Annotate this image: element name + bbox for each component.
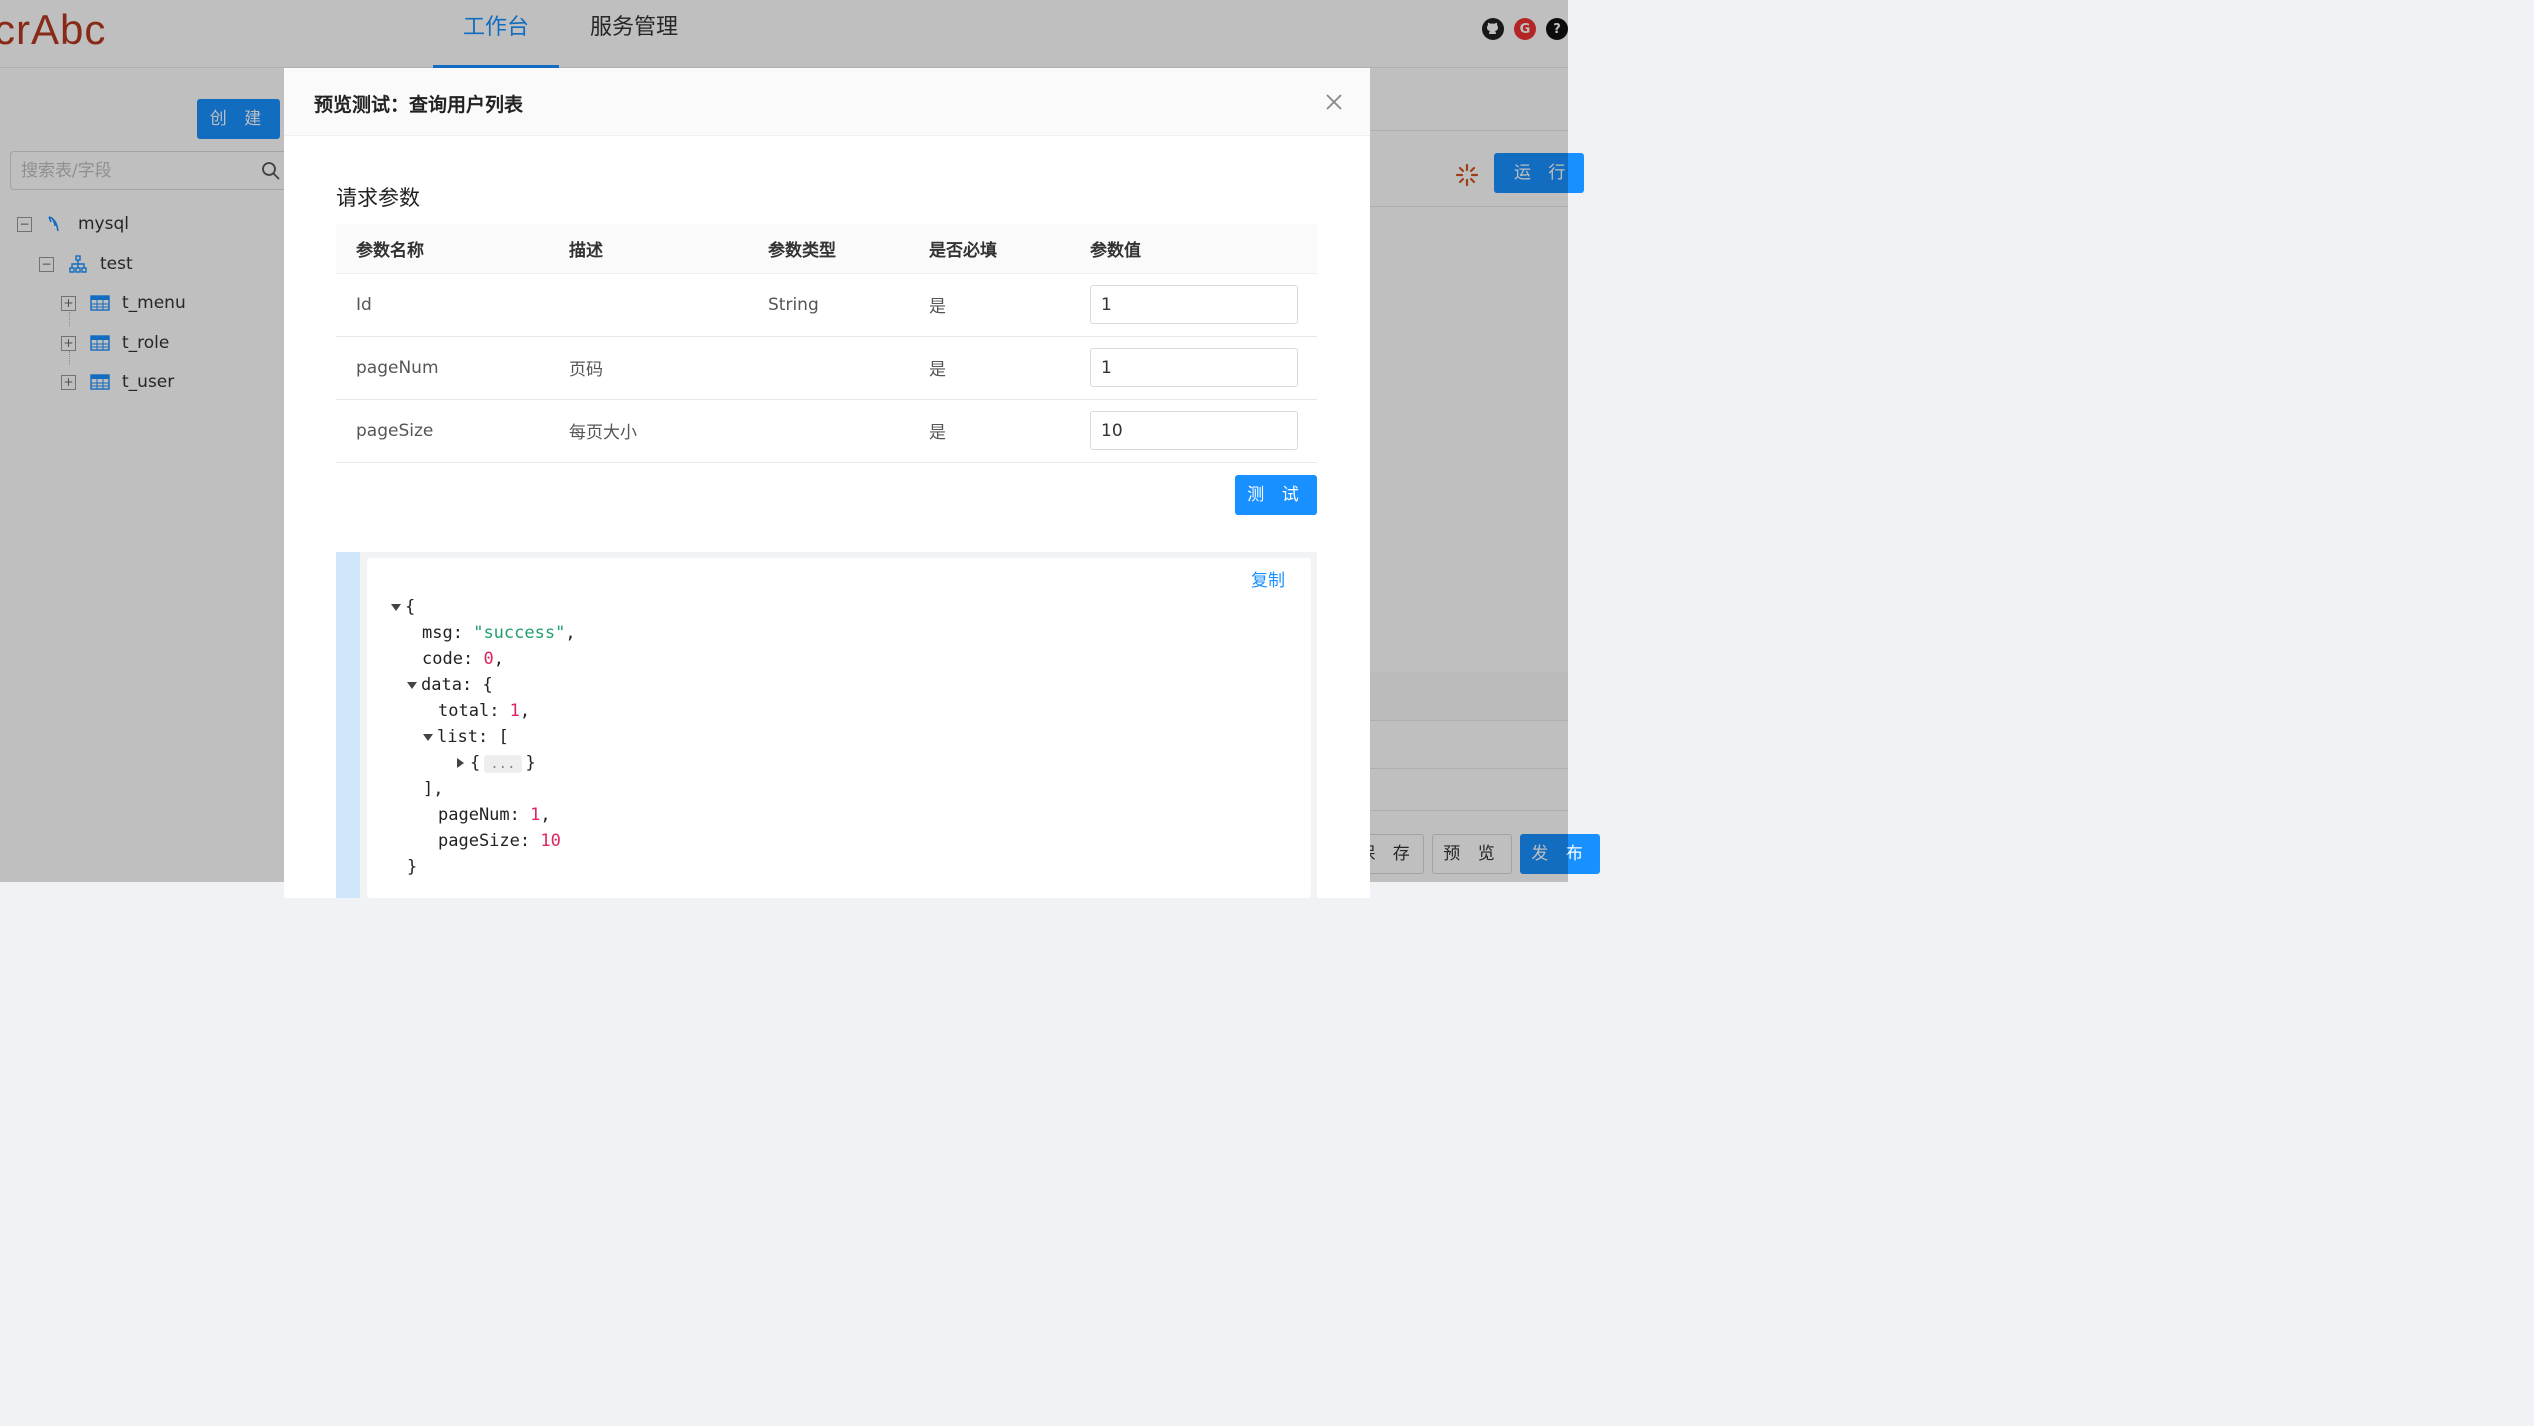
param-name: Id: [336, 273, 549, 337]
param-desc: [549, 273, 748, 337]
column-header: 是否必填: [909, 224, 1070, 274]
preview-test-modal: 预览测试：查询用户列表 请求参数 参数名称 描述 参数类型 是否必填 参数值 I…: [284, 68, 1370, 898]
param-name: pageNum: [336, 336, 549, 400]
param-type: [748, 336, 909, 400]
param-name: pageSize: [336, 399, 549, 463]
param-required: 是: [909, 336, 1070, 400]
table-row: pageSize 每页大小 是: [336, 399, 1317, 463]
json-line: }: [407, 857, 418, 877]
collapse-arrow-icon[interactable]: [423, 733, 433, 741]
param-type: String: [748, 273, 909, 337]
json-line[interactable]: data: {: [407, 672, 493, 698]
collapse-arrow-icon[interactable]: [407, 681, 417, 689]
json-line[interactable]: {...}: [457, 750, 536, 776]
json-line: ],: [423, 779, 444, 799]
json-line[interactable]: list: [: [423, 724, 509, 750]
table-row: pageNum 页码 是: [336, 336, 1317, 400]
column-header: 参数名称: [336, 224, 549, 274]
param-desc: 页码: [549, 336, 748, 400]
param-required: 是: [909, 399, 1070, 463]
json-line: pageSize: 10: [438, 831, 561, 851]
copy-link[interactable]: 复制: [1251, 566, 1285, 591]
table-header-row: 参数名称 描述 参数类型 是否必填 参数值: [336, 224, 1317, 274]
modal-title: 预览测试：查询用户列表: [314, 94, 524, 116]
json-line: total: 1,: [438, 701, 531, 721]
json-line: pageNum: 1,: [438, 805, 551, 825]
section-title: 请求参数: [336, 186, 420, 210]
param-value-input[interactable]: [1090, 411, 1298, 450]
result-container: 复制 { msg: "success", code: 0, data: { to…: [336, 552, 1317, 898]
column-header: 参数类型: [748, 224, 909, 274]
params-table: 参数名称 描述 参数类型 是否必填 参数值 Id String 是 pageNu…: [336, 224, 1317, 463]
modal-header: 预览测试：查询用户列表: [284, 68, 1370, 136]
json-line[interactable]: {: [391, 594, 415, 620]
test-button[interactable]: 测 试: [1235, 475, 1317, 515]
close-icon[interactable]: [1324, 92, 1344, 112]
json-line: msg: "success",: [422, 623, 576, 643]
param-desc: 每页大小: [549, 399, 748, 463]
column-header: 描述: [549, 224, 748, 274]
param-value-input[interactable]: [1090, 285, 1298, 324]
collapse-arrow-icon[interactable]: [391, 603, 401, 611]
json-viewer: 复制 { msg: "success", code: 0, data: { to…: [367, 558, 1311, 898]
column-header: 参数值: [1070, 224, 1317, 274]
expand-arrow-icon[interactable]: [457, 758, 464, 768]
param-value-input[interactable]: [1090, 348, 1298, 387]
json-line: code: 0,: [422, 649, 504, 669]
result-side-bar: [336, 552, 360, 898]
param-required: 是: [909, 273, 1070, 337]
param-type: [748, 399, 909, 463]
collapsed-ellipsis[interactable]: ...: [484, 755, 522, 773]
table-row: Id String 是: [336, 273, 1317, 337]
